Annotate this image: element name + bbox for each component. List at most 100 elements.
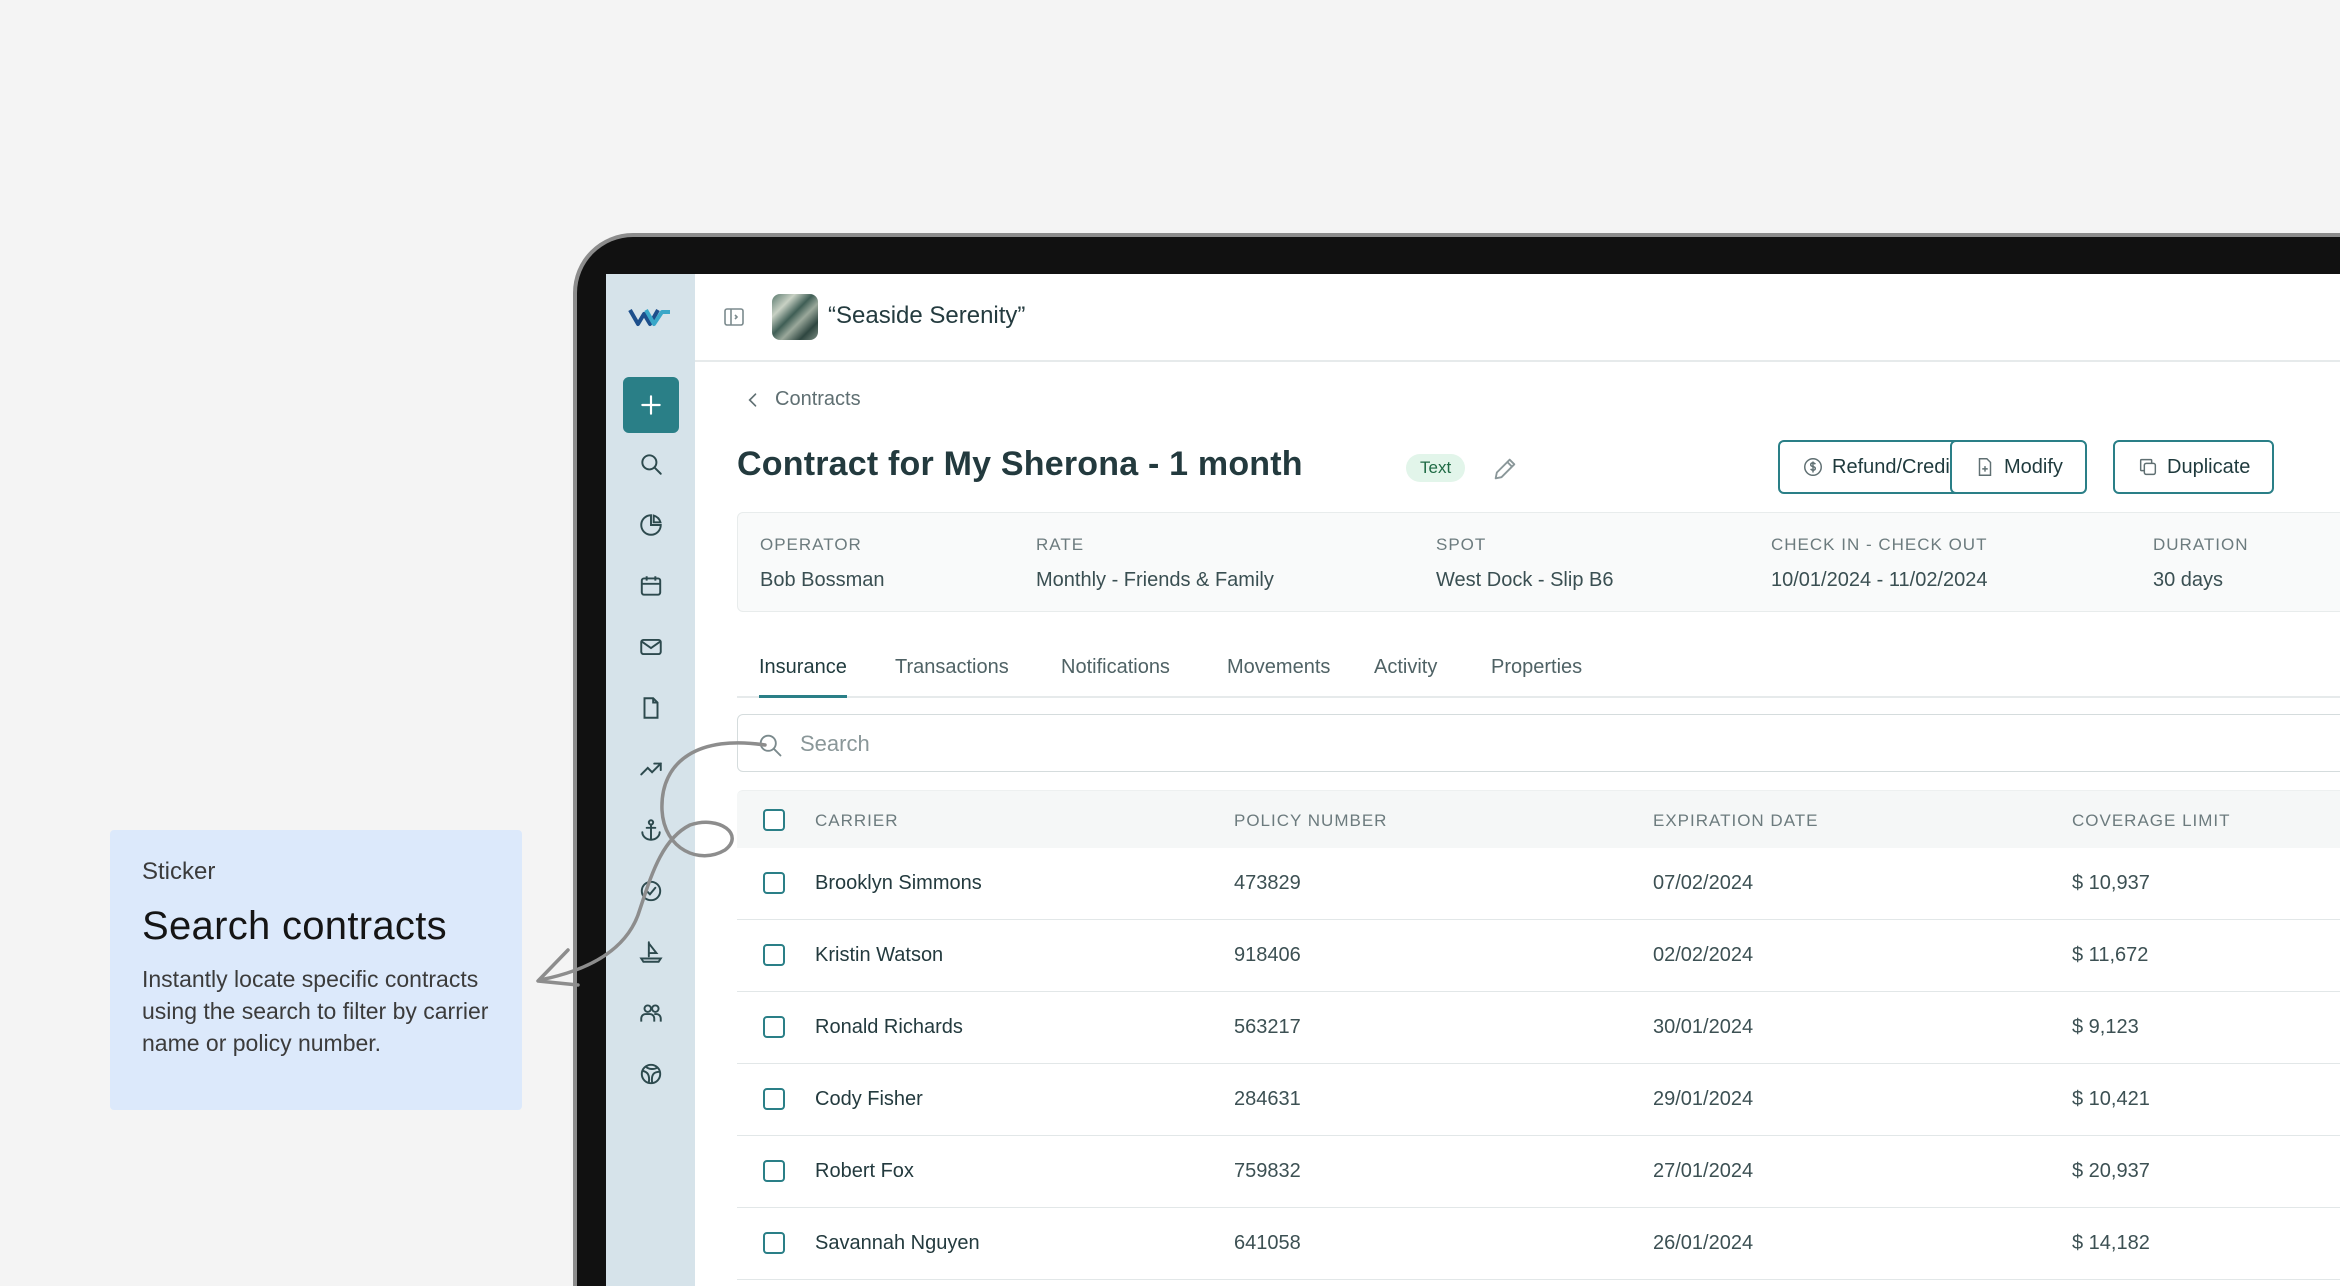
anchor-icon bbox=[641, 819, 661, 841]
info-value: 30 days bbox=[2153, 569, 2224, 591]
add-button[interactable] bbox=[623, 377, 679, 433]
cell-policy-number: 284631 bbox=[1234, 1088, 1301, 1110]
info-rate: RATE Monthly - Friends & Family bbox=[1036, 535, 1274, 592]
column-header-carrier[interactable]: CARRIER bbox=[815, 811, 899, 831]
table-row[interactable]: Ronald Richards 563217 30/01/2024 $ 9,12… bbox=[737, 992, 2340, 1064]
sticker-kicker: Sticker bbox=[142, 858, 216, 885]
row-checkbox[interactable] bbox=[763, 1232, 785, 1254]
cell-coverage-limit: $ 11,672 bbox=[2072, 944, 2149, 966]
cell-coverage-limit: $ 10,421 bbox=[2072, 1088, 2150, 1110]
cell-policy-number: 563217 bbox=[1234, 1016, 1301, 1038]
search-box[interactable] bbox=[737, 714, 2340, 772]
info-value: Monthly - Friends & Family bbox=[1036, 569, 1274, 591]
page-title: Contract for My Sherona - 1 month bbox=[737, 445, 1303, 483]
column-header-coverage-limit[interactable]: COVERAGE LIMIT bbox=[2072, 811, 2231, 831]
row-checkbox[interactable] bbox=[763, 1088, 785, 1110]
modify-button[interactable]: Modify bbox=[1950, 440, 2087, 494]
tab-notifications[interactable]: Notifications bbox=[1061, 656, 1170, 695]
copy-icon bbox=[2139, 458, 2157, 476]
sidebar-item-marina[interactable] bbox=[636, 815, 666, 845]
info-value: 10/01/2024 - 11/02/2024 bbox=[1771, 569, 1988, 591]
info-label: SPOT bbox=[1436, 535, 1487, 554]
tab-bar: Insurance Transactions Notifications Mov… bbox=[737, 642, 2340, 698]
chevron-left-icon bbox=[748, 392, 757, 407]
breadcrumb-link[interactable]: Contracts bbox=[775, 388, 861, 411]
row-checkbox[interactable] bbox=[763, 1160, 785, 1182]
cell-carrier: Kristin Watson bbox=[815, 944, 944, 966]
duplicate-button[interactable]: Duplicate bbox=[2113, 440, 2275, 494]
users-icon bbox=[640, 1004, 662, 1022]
column-header-expiration-date[interactable]: EXPIRATION DATE bbox=[1653, 811, 1819, 831]
refund-credits-label: Refund/Credits bbox=[1832, 455, 1966, 478]
mail-icon bbox=[640, 638, 662, 656]
sticker-title: Search contracts bbox=[142, 904, 447, 948]
info-label: OPERATOR bbox=[760, 535, 862, 554]
info-spot: SPOT West Dock - Slip B6 bbox=[1436, 535, 1613, 592]
info-value: West Dock - Slip B6 bbox=[1436, 569, 1614, 591]
sidebar bbox=[606, 274, 695, 1286]
add-icon bbox=[641, 395, 661, 415]
cell-carrier: Cody Fisher bbox=[815, 1088, 923, 1110]
sidebar-item-analytics[interactable] bbox=[636, 754, 666, 784]
check-circle-icon bbox=[640, 880, 662, 902]
sidebar-item-tasks[interactable] bbox=[636, 876, 666, 906]
pie-chart-icon bbox=[640, 514, 662, 536]
tab-activity[interactable]: Activity bbox=[1374, 656, 1437, 695]
edit-pencil-icon[interactable] bbox=[1491, 455, 1519, 483]
sidebar-item-customers[interactable] bbox=[636, 998, 666, 1028]
table-row[interactable]: Savannah Nguyen 641058 26/01/2024 $ 14,1… bbox=[737, 1208, 2340, 1280]
table-row[interactable]: Cody Fisher 284631 29/01/2024 $ 10,421 bbox=[737, 1064, 2340, 1136]
sidebar-item-boats[interactable] bbox=[636, 937, 666, 967]
sticker-note: Sticker Search contracts Instantly locat… bbox=[110, 830, 522, 1110]
cell-coverage-limit: $ 9,123 bbox=[2072, 1016, 2139, 1038]
row-checkbox[interactable] bbox=[763, 944, 785, 966]
search-input[interactable] bbox=[800, 727, 2300, 761]
dollar-circle-icon bbox=[1804, 458, 1822, 476]
panel-toggle-icon[interactable] bbox=[722, 305, 746, 329]
file-plus-icon bbox=[1978, 458, 1992, 476]
row-checkbox[interactable] bbox=[763, 1016, 785, 1038]
tab-movements[interactable]: Movements bbox=[1227, 656, 1330, 695]
app-logo-icon[interactable] bbox=[628, 306, 672, 328]
breadcrumb[interactable]: Contracts bbox=[743, 388, 861, 411]
row-checkbox[interactable] bbox=[763, 872, 785, 894]
cell-expiration-date: 26/01/2024 bbox=[1653, 1232, 1754, 1254]
sidebar-item-reports[interactable] bbox=[636, 510, 666, 540]
info-operator: OPERATOR Bob Bossman bbox=[760, 535, 885, 592]
table-row[interactable]: Kristin Watson 918406 02/02/2024 $ 11,67… bbox=[737, 920, 2340, 992]
sidebar-item-messages[interactable] bbox=[636, 632, 666, 662]
sidebar-item-search[interactable] bbox=[636, 449, 666, 479]
table-row[interactable]: Brooklyn Simmons 473829 07/02/2024 $ 10,… bbox=[737, 848, 2340, 920]
modify-label: Modify bbox=[2004, 455, 2063, 478]
tab-properties[interactable]: Properties bbox=[1491, 656, 1582, 695]
search-icon bbox=[759, 734, 782, 757]
cell-coverage-limit: $ 14,182 bbox=[2072, 1232, 2150, 1254]
cell-expiration-date: 30/01/2024 bbox=[1653, 1016, 1754, 1038]
cell-policy-number: 759832 bbox=[1234, 1160, 1301, 1182]
cell-coverage-limit: $ 10,937 bbox=[2072, 872, 2150, 894]
contract-summary-card: OPERATOR Bob Bossman RATE Monthly - Frie… bbox=[737, 512, 2340, 612]
info-label: DURATION bbox=[2153, 535, 2249, 554]
info-label: CHECK IN - CHECK OUT bbox=[1771, 535, 1988, 554]
cell-carrier: Brooklyn Simmons bbox=[815, 872, 982, 894]
insurance-table: CARRIER POLICY NUMBER EXPIRATION DATE CO… bbox=[737, 790, 2340, 1280]
document-icon bbox=[643, 697, 659, 719]
tab-insurance[interactable]: Insurance bbox=[759, 656, 847, 698]
cell-policy-number: 473829 bbox=[1234, 872, 1301, 894]
info-duration: DURATION 30 days bbox=[2153, 535, 2249, 592]
cell-policy-number: 641058 bbox=[1234, 1232, 1301, 1254]
info-value: Bob Bossman bbox=[760, 569, 885, 591]
sidebar-item-web[interactable] bbox=[636, 1059, 666, 1089]
tab-transactions[interactable]: Transactions bbox=[895, 656, 1009, 695]
cell-carrier: Savannah Nguyen bbox=[815, 1232, 980, 1254]
sidebar-item-calendar[interactable] bbox=[636, 571, 666, 601]
sidebar-item-documents[interactable] bbox=[636, 693, 666, 723]
calendar-icon bbox=[640, 576, 662, 596]
column-header-policy-number[interactable]: POLICY NUMBER bbox=[1234, 811, 1387, 831]
cell-expiration-date: 02/02/2024 bbox=[1653, 944, 1754, 966]
table-row[interactable]: Robert Fox 759832 27/01/2024 $ 20,937 bbox=[737, 1136, 2340, 1208]
cell-policy-number: 918406 bbox=[1234, 944, 1301, 966]
boat-name: “Seaside Serenity” bbox=[828, 302, 1026, 329]
select-all-checkbox[interactable] bbox=[763, 809, 785, 831]
cell-carrier: Robert Fox bbox=[815, 1160, 914, 1182]
